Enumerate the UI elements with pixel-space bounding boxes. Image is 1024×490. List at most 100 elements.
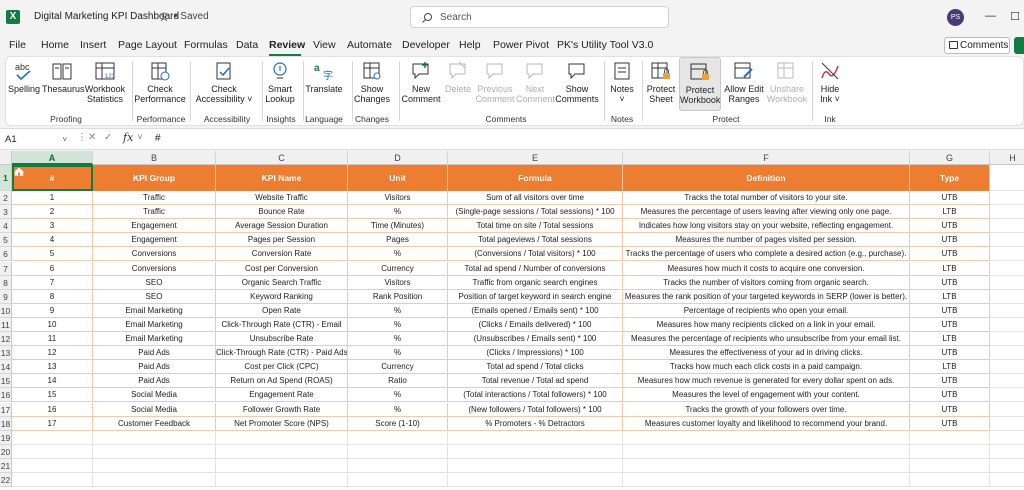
table-cell[interactable]: Pages per Session [216, 233, 348, 248]
table-cell[interactable]: Measures the percentage of users leaving… [623, 205, 910, 220]
thesaurus-button[interactable]: Thesaurus [42, 57, 85, 94]
more-options-icon[interactable]: ⋮ [77, 132, 87, 143]
check-accessibility-button[interactable]: Check Accessibility ˅ [193, 57, 255, 104]
table-cell[interactable]: Visitors [348, 275, 448, 290]
table-cell[interactable]: 11 [12, 332, 93, 347]
tab-pk-utility[interactable]: PK's Utility Tool V3.0 [557, 39, 653, 51]
table-cell[interactable]: Engagement [93, 219, 216, 234]
table-cell[interactable]: Engagement [93, 233, 216, 248]
empty-cell[interactable] [93, 458, 216, 473]
table-cell[interactable]: LTB [910, 332, 990, 347]
tab-formulas[interactable]: Formulas [184, 39, 228, 51]
row-header[interactable]: 1 [0, 165, 12, 191]
table-cell[interactable]: UTB [910, 219, 990, 234]
empty-cell[interactable] [93, 473, 216, 488]
table-cell[interactable]: (Single-page sessions / Total sessions) … [448, 205, 623, 220]
table-cell[interactable]: 5 [12, 247, 93, 262]
table-cell[interactable]: 7 [12, 275, 93, 290]
document-title[interactable]: Digital Marketing KPI Dashboard [34, 11, 179, 22]
empty-cell[interactable] [990, 473, 1024, 488]
empty-cell[interactable] [216, 473, 348, 488]
table-cell[interactable]: Bounce Rate [216, 205, 348, 220]
row-header[interactable]: 15 [0, 374, 12, 389]
table-cell[interactable]: UTB [910, 416, 990, 431]
column-header-a[interactable]: A [12, 151, 93, 165]
table-cell[interactable]: Measures customer loyalty and likelihood… [623, 416, 910, 431]
table-cell[interactable]: Visitors [348, 191, 448, 206]
empty-cell[interactable] [623, 458, 910, 473]
table-cell[interactable]: 17 [12, 416, 93, 431]
empty-cell[interactable] [990, 304, 1024, 318]
table-cell[interactable]: Tracks the total number of visitors to y… [623, 191, 910, 206]
table-cell[interactable]: Conversion Rate [216, 247, 348, 262]
table-cell[interactable]: 16 [12, 402, 93, 417]
select-all-corner[interactable] [0, 151, 12, 165]
table-cell[interactable]: Measures the rank position of your targe… [623, 289, 910, 304]
empty-cell[interactable] [348, 430, 448, 445]
table-cell[interactable]: Cost per Click (CPC) [216, 360, 348, 375]
table-cell[interactable]: LTB [910, 289, 990, 304]
table-cell[interactable]: Customer Feedback [93, 416, 216, 431]
table-cell[interactable]: 13 [12, 360, 93, 375]
table-cell[interactable]: Score (1-10) [348, 416, 448, 431]
delete-comment-button[interactable]: Delete [442, 57, 474, 94]
row-header[interactable]: 10 [0, 303, 12, 318]
table-header-cell[interactable]: KPI Group [93, 165, 216, 191]
empty-cell[interactable] [990, 247, 1024, 262]
empty-cell[interactable] [623, 444, 910, 459]
table-header-cell[interactable]: # [12, 165, 93, 191]
table-cell[interactable]: % [348, 205, 448, 220]
table-cell[interactable]: Measures the effectiveness of your ad in… [623, 346, 910, 361]
tab-view[interactable]: View [313, 39, 336, 51]
row-header[interactable]: 7 [0, 261, 12, 276]
empty-cell[interactable] [910, 458, 990, 473]
comments-button[interactable]: Comments [944, 37, 1010, 54]
table-cell[interactable]: Percentage of recipients who open your e… [623, 303, 910, 318]
table-cell[interactable]: Click-Through Rate (CTR) - Email [216, 317, 348, 332]
row-header[interactable]: 18 [0, 416, 12, 431]
table-cell[interactable]: UTB [910, 374, 990, 389]
table-cell[interactable]: UTB [910, 402, 990, 417]
allow-edit-ranges-button[interactable]: Allow Edit Ranges [722, 57, 766, 104]
table-cell[interactable]: Rank Position [348, 289, 448, 304]
table-cell[interactable]: SEO [93, 275, 216, 290]
empty-cell[interactable] [990, 276, 1024, 290]
empty-cell[interactable] [448, 458, 623, 473]
table-cell[interactable]: Ratio [348, 374, 448, 389]
tab-power-pivot[interactable]: Power Pivot [493, 39, 549, 51]
table-cell[interactable]: Conversions [93, 261, 216, 276]
table-cell[interactable]: Social Media [93, 402, 216, 417]
table-cell[interactable]: Organic Search Traffic [216, 275, 348, 290]
table-cell[interactable]: Total pageviews / Total sessions [448, 233, 623, 248]
table-cell[interactable]: 9 [12, 303, 93, 318]
empty-cell[interactable] [348, 444, 448, 459]
table-cell[interactable]: (New followers / Total followers) * 100 [448, 402, 623, 417]
empty-cell[interactable] [623, 473, 910, 488]
table-cell[interactable]: % [348, 332, 448, 347]
minimize-icon[interactable]: — [985, 10, 996, 22]
row-header[interactable]: 12 [0, 332, 12, 347]
smart-lookup-button[interactable]: Smart Lookup [264, 57, 296, 104]
tab-review[interactable]: Review [269, 39, 305, 51]
table-cell[interactable]: Measures the percentage of recipients wh… [623, 332, 910, 347]
table-cell[interactable]: Click-Through Rate (CTR) - Paid Ads [216, 346, 348, 361]
tab-help[interactable]: Help [459, 39, 481, 51]
table-cell[interactable]: UTB [910, 388, 990, 403]
enter-check-icon[interactable]: ✓ [104, 132, 112, 143]
empty-cell[interactable] [910, 444, 990, 459]
spreadsheet-grid[interactable]: A B C D E F G H 1 2 3 4 5 6 7 8 9 10 11 12 13 14 15 16 17 18 19 20 2… [0, 151, 1024, 490]
empty-cell[interactable] [990, 191, 1024, 206]
empty-cell[interactable] [910, 430, 990, 445]
row-header[interactable]: 22 [0, 473, 12, 488]
row-header[interactable]: 2 [0, 191, 12, 206]
empty-cell[interactable] [448, 430, 623, 445]
show-changes-button[interactable]: Show Changes [354, 57, 390, 104]
table-cell[interactable]: Paid Ads [93, 346, 216, 361]
table-cell[interactable]: 14 [12, 374, 93, 389]
tab-insert[interactable]: Insert [80, 39, 106, 51]
protect-workbook-button[interactable]: Protect Workbook [679, 57, 721, 111]
table-cell[interactable]: LTB [910, 261, 990, 276]
empty-cell[interactable] [990, 219, 1024, 234]
row-header[interactable]: 6 [0, 247, 12, 262]
empty-cell[interactable] [990, 346, 1024, 361]
